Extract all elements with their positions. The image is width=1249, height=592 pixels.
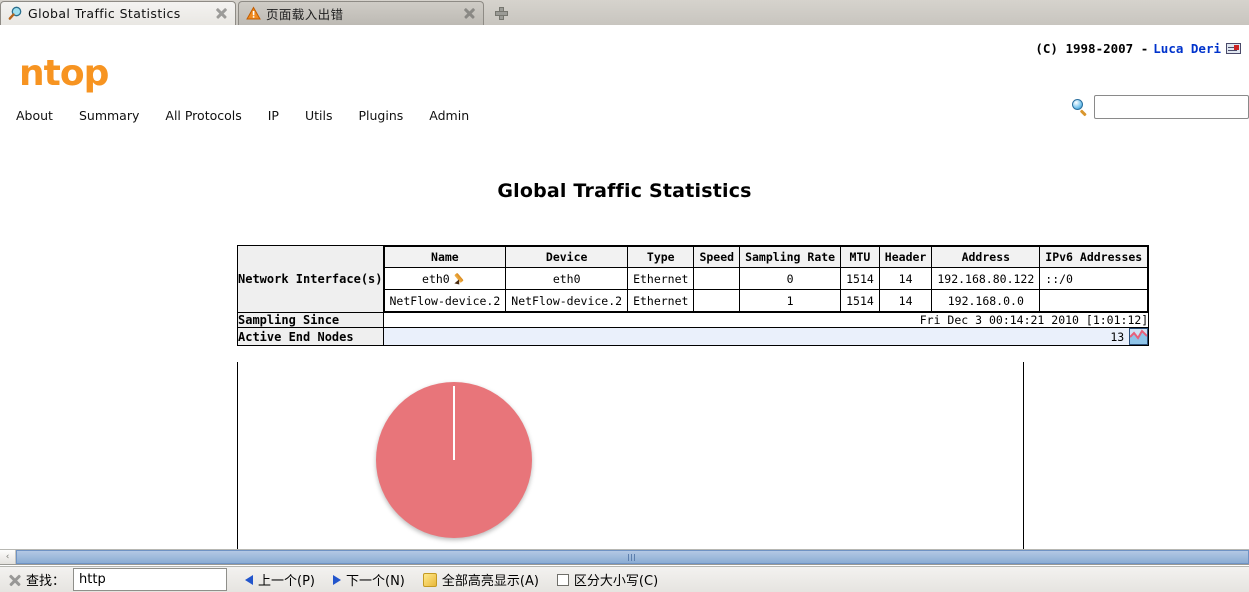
horizontal-scrollbar[interactable]: ‹ xyxy=(0,549,1249,565)
arrow-left-icon xyxy=(245,574,254,585)
interface-name: eth0 xyxy=(422,271,450,286)
browser-tab-inactive[interactable]: 页面载入出错 xyxy=(238,1,484,25)
edit-pencil-icon[interactable] xyxy=(453,272,468,287)
cell-device: NetFlow-device.2 xyxy=(505,289,629,312)
highlight-all-label: 全部高亮显示(A) xyxy=(441,574,539,589)
browser-tab-title: 页面载入出错 xyxy=(266,7,344,22)
highlighter-icon xyxy=(422,572,437,587)
nav-item-ip[interactable]: IP xyxy=(268,108,279,123)
traffic-pie-chart-panel: eth0 (100%) xyxy=(237,362,1024,549)
table-row-interfaces: Network Interface(s) Name Device Type Sp… xyxy=(237,245,1150,313)
find-next-label: 下一个(N) xyxy=(346,574,405,589)
nav-item-utils[interactable]: Utils xyxy=(305,108,333,123)
browser-tab-active[interactable]: Global Traffic Statistics xyxy=(0,1,236,25)
match-case-label: 区分大小写(C) xyxy=(573,574,659,589)
table-row-sampling-since: Sampling Since Fri Dec 3 00:14:21 2010 [… xyxy=(237,312,1150,328)
pie-slice-divider xyxy=(453,386,455,460)
plus-icon xyxy=(494,6,508,20)
col-speed: Speed xyxy=(693,246,741,268)
row-label-sampling-since: Sampling Since xyxy=(237,312,384,328)
arrow-right-icon xyxy=(333,574,341,585)
scrollbar-thumb[interactable] xyxy=(16,550,1249,564)
find-bar: 查找： 上一个(P) 下一个(N) 全部高亮显示(A) 区分大小写(C) xyxy=(0,566,1249,592)
find-next-button[interactable]: 下一个(N) xyxy=(333,570,405,589)
find-label: 查找： xyxy=(26,574,66,589)
cell-ipv6: ::/0 xyxy=(1039,267,1149,290)
col-ipv6: IPv6 Addresses xyxy=(1039,246,1149,268)
new-tab-button[interactable] xyxy=(488,2,514,24)
cell-address: 192.168.80.122 xyxy=(931,267,1041,290)
cell-type: Ethernet xyxy=(627,289,695,312)
cell-header: 14 xyxy=(878,267,933,290)
col-name: Name xyxy=(383,246,507,268)
col-sampling-rate: Sampling Rate xyxy=(739,246,842,268)
table-row: NetFlow-device.2 NetFlow-device.2 Ethern… xyxy=(383,289,1149,312)
table-row-active-end-nodes: Active End Nodes 13 xyxy=(237,327,1150,346)
cell-name: eth0 xyxy=(383,267,507,290)
interfaces-header-row: Name Device Type Speed Sampling Rate MTU… xyxy=(383,246,1149,268)
cell-type: Ethernet xyxy=(627,267,695,290)
warning-icon xyxy=(246,6,261,21)
nav-item-summary[interactable]: Summary xyxy=(79,108,139,123)
cell-device: eth0 xyxy=(505,267,629,290)
nav-item-all-protocols[interactable]: All Protocols xyxy=(165,108,241,123)
cell-address: 192.168.0.0 xyxy=(931,289,1041,312)
pie-chart xyxy=(376,382,532,538)
ntop-logo[interactable]: ntop xyxy=(19,53,109,94)
global-stats-table: Network Interface(s) Name Device Type Sp… xyxy=(237,245,1150,346)
scrollbar-grip-icon xyxy=(628,553,637,561)
col-type: Type xyxy=(627,246,695,268)
close-icon[interactable] xyxy=(462,6,477,21)
interfaces-cell: Name Device Type Speed Sampling Rate MTU… xyxy=(382,245,1150,313)
col-mtu: MTU xyxy=(840,246,880,268)
highlight-all-button[interactable]: 全部高亮显示(A) xyxy=(422,570,539,589)
find-previous-button[interactable]: 上一个(P) xyxy=(245,570,315,589)
cell-speed xyxy=(693,289,741,312)
close-icon[interactable] xyxy=(4,572,26,588)
author-link[interactable]: Luca Deri xyxy=(1153,41,1221,56)
copyright-text: (C) 1998-2007 - xyxy=(1035,41,1149,56)
area-chart-icon[interactable] xyxy=(1129,328,1149,345)
active-end-nodes-value: 13 xyxy=(1110,329,1125,344)
page-content: ntop (C) 1998-2007 - Luca Deri About Sum… xyxy=(0,25,1249,549)
cell-speed xyxy=(693,267,741,290)
cell-name: NetFlow-device.2 xyxy=(383,289,507,312)
copyright-line: (C) 1998-2007 - Luca Deri xyxy=(1035,41,1241,56)
row-label-interfaces: Network Interface(s) xyxy=(237,245,384,313)
nav-item-plugins[interactable]: Plugins xyxy=(359,108,404,123)
search-icon[interactable] xyxy=(1072,99,1088,117)
magnifier-icon xyxy=(8,6,23,21)
nav-item-admin[interactable]: Admin xyxy=(429,108,469,123)
cell-ipv6 xyxy=(1039,289,1149,312)
cell-sampling-rate: 1 xyxy=(739,289,842,312)
sampling-since-value: Fri Dec 3 00:14:21 2010 [1:01:12] xyxy=(382,312,1150,328)
browser-tab-strip: Global Traffic Statistics 页面载入出错 xyxy=(0,0,1249,26)
match-case-toggle[interactable]: 区分大小写(C) xyxy=(556,570,659,589)
find-previous-label: 上一个(P) xyxy=(258,574,315,589)
cell-sampling-rate: 0 xyxy=(739,267,842,290)
main-nav: About Summary All Protocols IP Utils Plu… xyxy=(16,108,469,123)
mail-icon[interactable] xyxy=(1226,43,1241,54)
search-input[interactable] xyxy=(1094,95,1249,119)
browser-tab-title: Global Traffic Statistics xyxy=(28,6,181,21)
table-row: eth0 eth0 Ethernet 0 1514 14 192.168.80.… xyxy=(383,267,1149,290)
cell-header: 14 xyxy=(878,289,933,312)
find-input[interactable] xyxy=(73,568,228,591)
row-label-active-end-nodes: Active End Nodes xyxy=(237,327,384,346)
interfaces-table: Name Device Type Speed Sampling Rate MTU… xyxy=(383,246,1149,312)
page-title: Global Traffic Statistics xyxy=(497,180,752,202)
checkbox-icon[interactable] xyxy=(556,573,569,586)
col-header: Header xyxy=(878,246,933,268)
close-icon[interactable] xyxy=(214,6,229,21)
col-device: Device xyxy=(505,246,629,268)
scroll-left-button[interactable]: ‹ xyxy=(0,550,16,564)
nav-item-about[interactable]: About xyxy=(16,108,53,123)
cell-mtu: 1514 xyxy=(840,289,880,312)
col-address: Address xyxy=(931,246,1041,268)
active-end-nodes-cell: 13 xyxy=(382,327,1150,346)
cell-mtu: 1514 xyxy=(840,267,880,290)
site-search xyxy=(1072,95,1249,119)
